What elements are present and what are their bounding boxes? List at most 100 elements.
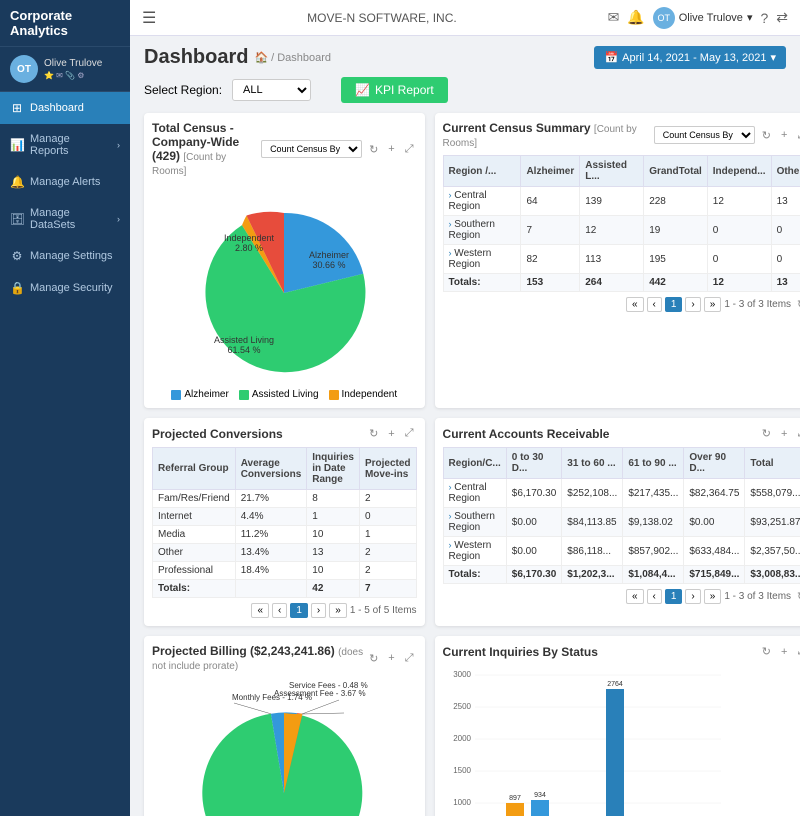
refresh-icon[interactable]: ↻	[366, 426, 381, 441]
sidebar-item-manage-datasets[interactable]: 🗄 Manage DataSets ›	[0, 198, 130, 240]
ar-pagination: « ‹ 1 › » 1 - 3 of 3 Items ↻	[443, 589, 800, 604]
page-1-btn[interactable]: 1	[665, 297, 683, 312]
expand-icon[interactable]: +	[385, 651, 397, 666]
company-name: MOVE-N SOFTWARE, INC.	[166, 11, 597, 25]
billing-chart: Monthly Fees - 1.74 % Assessment Fee - 3…	[152, 678, 417, 816]
kpi-label: KPI Report	[375, 83, 434, 97]
census-summary-title: Current Census Summary	[443, 121, 591, 135]
topbar-username: Olive Trulove	[679, 12, 743, 24]
refresh-icon[interactable]: ↻	[794, 297, 800, 312]
expand-arrow[interactable]: ›	[449, 540, 452, 550]
topbar: ☰ MOVE-N SOFTWARE, INC. ✉ 🔔 OT Olive Tru…	[130, 0, 800, 36]
expand-icon[interactable]: +	[385, 426, 397, 441]
page-title: Dashboard	[144, 46, 248, 69]
region-select[interactable]: ALL Central Southern Western	[232, 79, 311, 101]
refresh-icon[interactable]: ↻	[759, 126, 774, 144]
page-1-btn[interactable]: 1	[290, 603, 308, 618]
fullscreen-icon[interactable]: ⤢	[402, 140, 417, 158]
expand-arrow[interactable]: ›	[449, 219, 452, 229]
prev-page-btn[interactable]: ‹	[272, 603, 287, 618]
svg-text:Assessment Fee - 3.67 %: Assessment Fee - 3.67 %	[274, 689, 366, 698]
refresh-icon[interactable]: ↻	[759, 644, 774, 659]
kpi-report-button[interactable]: 📈 KPI Report	[341, 77, 448, 103]
share-icon[interactable]: ⇄	[776, 9, 788, 26]
prev-page-btn[interactable]: ‹	[647, 589, 662, 604]
fullscreen-icon[interactable]: ⤢	[402, 426, 417, 441]
breadcrumb-item: Dashboard	[277, 52, 331, 64]
user-name: Olive Trulove	[44, 58, 102, 69]
census-summary-table: Region /... Alzheimer Assisted L... Gran…	[443, 155, 800, 292]
svg-text:2000: 2000	[453, 734, 471, 743]
last-page-btn[interactable]: »	[704, 297, 722, 312]
conversions-pagination: « ‹ 1 › » 1 - 5 of 5 Items	[152, 603, 417, 618]
last-page-btn[interactable]: »	[329, 603, 347, 618]
sidebar-item-manage-alerts[interactable]: 🔔 Manage Alerts	[0, 166, 130, 198]
refresh-icon[interactable]: ↻	[366, 651, 381, 666]
totals-row: Totals: 1532644421213	[443, 274, 800, 292]
count-census-select[interactable]: Count Census By	[654, 126, 755, 144]
user-menu[interactable]: OT Olive Trulove ▾	[653, 7, 753, 29]
pagination-info: 1 - 3 of 3 Items	[724, 299, 791, 310]
region-row: Select Region: ALL Central Southern West…	[144, 77, 786, 103]
page-header: Dashboard 🏠 / Dashboard 📅 April 14, 2021…	[144, 46, 786, 69]
dashboard-icon: ⊞	[10, 101, 24, 115]
next-page-btn[interactable]: ›	[685, 589, 700, 604]
app-title: Corporate Analytics	[10, 8, 72, 38]
sidebar-item-label: Manage Security	[30, 282, 113, 294]
svg-text:Service Fees - 0.48 %: Service Fees - 0.48 %	[289, 681, 368, 690]
reports-icon: 📊	[10, 138, 24, 152]
refresh-icon[interactable]: ↻	[794, 589, 800, 604]
refresh-icon[interactable]: ↻	[759, 426, 774, 441]
next-page-btn[interactable]: ›	[311, 603, 326, 618]
svg-text:1000: 1000	[453, 798, 471, 807]
expand-arrow[interactable]: ›	[449, 482, 452, 492]
topbar-right: ✉ 🔔 OT Olive Trulove ▾ ? ⇄	[608, 7, 788, 29]
help-icon[interactable]: ?	[760, 10, 768, 26]
sidebar: Corporate Analytics OT Olive Trulove ⭐ ✉…	[0, 0, 130, 816]
table-row: Other13.4%132	[153, 544, 417, 562]
sidebar-item-manage-settings[interactable]: ⚙ Manage Settings	[0, 240, 130, 272]
email-icon[interactable]: ✉	[608, 9, 620, 26]
date-range-button[interactable]: 📅 April 14, 2021 - May 13, 2021 ▾	[594, 46, 786, 69]
billing-pie-chart: Monthly Fees - 1.74 % Assessment Fee - 3…	[154, 678, 414, 816]
svg-text:934: 934	[534, 792, 546, 799]
expand-icon[interactable]: +	[778, 126, 790, 144]
svg-text:2.80 %: 2.80 %	[235, 243, 263, 253]
chevron-down-icon: ▾	[747, 11, 753, 24]
next-page-btn[interactable]: ›	[685, 297, 700, 312]
sidebar-item-manage-security[interactable]: 🔒 Manage Security	[0, 272, 130, 304]
security-icon: 🔒	[10, 281, 24, 295]
last-page-btn[interactable]: »	[704, 589, 722, 604]
bar-cold	[531, 800, 549, 816]
first-page-btn[interactable]: «	[626, 297, 644, 312]
svg-text:2500: 2500	[453, 702, 471, 711]
first-page-btn[interactable]: «	[251, 603, 269, 618]
fullscreen-icon[interactable]: ⤢	[794, 126, 800, 144]
projected-billing-card: Projected Billing ($2,243,241.86) (does …	[144, 636, 425, 816]
count-census-select[interactable]: Count Census By	[261, 140, 362, 158]
expand-icon[interactable]: +	[385, 140, 397, 158]
datasets-icon: 🗄	[10, 212, 24, 226]
refresh-icon[interactable]: ↻	[366, 140, 381, 158]
sidebar-user: OT Olive Trulove ⭐ ✉ 📎 ⚙	[0, 47, 130, 92]
fullscreen-icon[interactable]: ⤢	[794, 426, 800, 441]
table-row: › Western Region 8211319500	[443, 245, 800, 274]
prev-page-btn[interactable]: ‹	[647, 297, 662, 312]
fullscreen-icon[interactable]: ⤢	[402, 651, 417, 666]
bell-icon[interactable]: 🔔	[627, 9, 644, 26]
page-1-btn[interactable]: 1	[665, 589, 683, 604]
census-pagination: « ‹ 1 › » 1 - 3 of 3 Items ↻	[443, 297, 800, 312]
expand-arrow[interactable]: ›	[449, 511, 452, 521]
sidebar-item-manage-reports[interactable]: 📊 Manage Reports ›	[0, 124, 130, 166]
first-page-btn[interactable]: «	[626, 589, 644, 604]
expand-icon[interactable]: +	[778, 426, 790, 441]
inquiries-status-card: Current Inquiries By Status ↻ + ⤢ 3000 2…	[435, 636, 800, 816]
conversions-table: Referral Group Average Conversions Inqui…	[152, 447, 417, 598]
fullscreen-icon[interactable]: ⤢	[794, 644, 800, 659]
expand-arrow[interactable]: ›	[449, 190, 452, 200]
table-row: › Western Region $0.00$86,118...$857,902…	[443, 537, 800, 566]
sidebar-item-dashboard[interactable]: ⊞ Dashboard	[0, 92, 130, 124]
expand-arrow[interactable]: ›	[449, 248, 452, 258]
hamburger-icon[interactable]: ☰	[142, 8, 156, 28]
expand-icon[interactable]: +	[778, 644, 790, 659]
